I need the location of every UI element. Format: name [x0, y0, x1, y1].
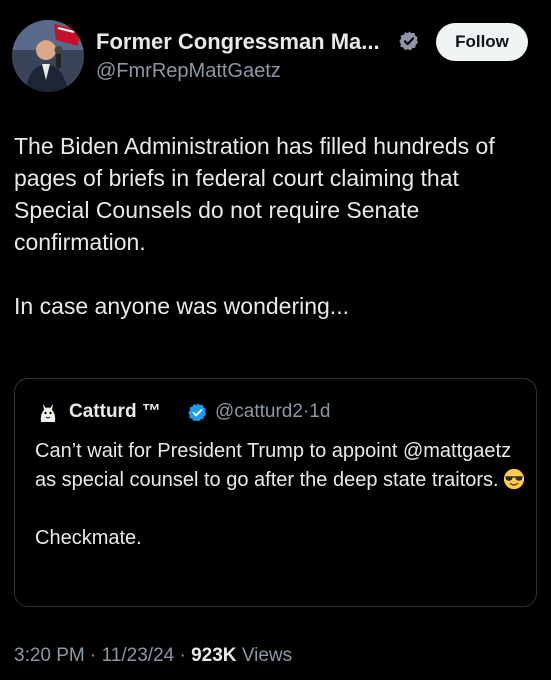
- quoted-tweet[interactable]: Catturd ™ @catturd2·1d Can’t wait for Pr…: [14, 378, 537, 607]
- meta-separator-1: ·: [90, 645, 97, 666]
- tweet-header: Former Congressman Ma... @FmrRepMattGaet…: [0, 0, 551, 100]
- views-count[interactable]: 923K: [191, 645, 236, 666]
- author-avatar[interactable]: [12, 20, 84, 92]
- follow-button[interactable]: Follow: [436, 23, 528, 61]
- tweet-paragraph-1: The Biden Administration has filled hund…: [14, 133, 495, 255]
- meta-separator-2: ·: [179, 645, 186, 666]
- tweet-paragraph-2: In case anyone was wondering...: [14, 293, 349, 319]
- quoted-author-meta[interactable]: @catturd2·1d: [215, 401, 330, 423]
- catturd-avatar[interactable]: [35, 400, 61, 426]
- quoted-verified-badge-icon: [188, 403, 207, 422]
- tweet-meta: 3:20 PM · 11/23/24 · 923K Views: [14, 645, 292, 667]
- author-name[interactable]: Former Congressman Ma...: [96, 29, 380, 55]
- author-handle[interactable]: @FmrRepMattGaetz: [96, 60, 281, 83]
- tweet-text: The Biden Administration has filled hund…: [14, 130, 539, 322]
- quoted-paragraph-1: Can’t wait for President Trump to appoin…: [35, 437, 525, 495]
- sunglasses-emoji-icon: [503, 468, 524, 490]
- tweet-date[interactable]: 11/23/24: [102, 645, 175, 666]
- views-label: Views: [241, 645, 293, 666]
- quoted-author-name[interactable]: Catturd ™: [69, 401, 161, 423]
- verified-badge-icon: [399, 31, 418, 51]
- quoted-paragraph-2: Checkmate.: [35, 527, 142, 549]
- quoted-text-line: Can’t wait for President Trump to appoin…: [35, 440, 512, 491]
- quoted-text: Can’t wait for President Trump to appoin…: [35, 437, 525, 553]
- quoted-author-handle[interactable]: @catturd2: [215, 401, 303, 422]
- quoted-age[interactable]: 1d: [309, 401, 330, 422]
- tweet-time[interactable]: 3:20 PM: [14, 645, 85, 666]
